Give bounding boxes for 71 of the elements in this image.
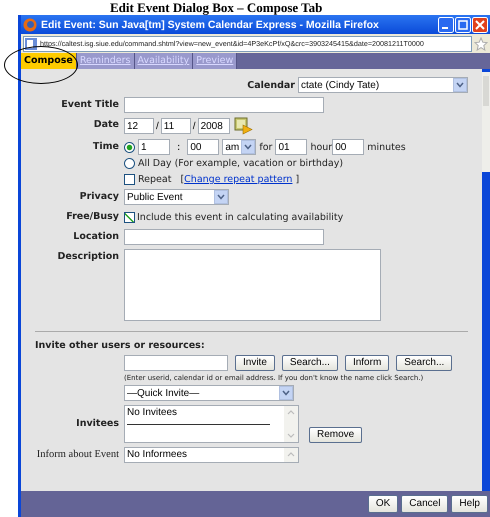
field-label: Date [94,118,119,132]
location-field[interactable] [124,229,324,245]
option-label: All Day (For example, vacation or birthday) [138,158,344,169]
button[interactable]: Search... [396,355,452,371]
field-label: Location [73,230,119,244]
am-pm-dropdown[interactable]: am [222,139,256,155]
duration-hours-field[interactable]: 01 [275,139,308,155]
scrollbar[interactable] [284,448,298,462]
checkbox-label: Repeat [138,174,172,185]
button[interactable]: Cancel [401,495,448,513]
button[interactable]: Invite [235,355,275,371]
duration-minutes-field[interactable]: 00 [332,139,364,155]
radio-button[interactable] [124,158,135,169]
page-heading: Edit Event Dialog Box – Compose Tab [109,0,324,15]
remove-button[interactable]: Remove [309,427,362,443]
field-label: Inform about Event [36,448,119,462]
invitees-list[interactable]: No Invitees [124,405,299,443]
event-title-field[interactable] [124,97,324,113]
bracket-text: ] [295,174,300,185]
list-item[interactable]: No Invitees [127,407,282,419]
invite-field[interactable] [124,355,228,371]
field-label: Event Title [61,98,119,112]
field-label: Free/Busy [66,210,119,224]
page-icon [24,36,38,50]
checkbox[interactable] [124,174,135,185]
button[interactable]: OK [368,495,398,513]
caret-icon[interactable] [214,190,228,204]
field-label: Time [92,140,119,154]
quick-invite-dropdown[interactable]: —Quick Invite— [124,385,294,401]
informees-list[interactable]: No Informees [124,447,299,463]
star-icon[interactable] [474,36,488,50]
maximize-icon[interactable] [455,16,471,32]
list-item[interactable]: No Informees [127,449,282,461]
date-field[interactable]: 2008 [198,118,230,134]
hour-field[interactable]: 1 [138,139,170,155]
globe-logo-icon [23,18,37,32]
bracket-text: [ [180,174,184,185]
calendar-picker-icon[interactable] [234,117,254,135]
field-label: Calendar [247,80,295,90]
date-field[interactable]: 12 [124,118,154,134]
caret-icon[interactable] [241,140,256,154]
calendar-dropdown[interactable]: ctate (Cindy Tate) [298,77,468,93]
section-heading: Invite other users or resources: [35,340,206,351]
field-label: Invitees [76,417,119,431]
field-label: for [259,142,272,152]
separator-text: / [192,120,196,132]
separator-text: : [176,142,182,152]
date-field[interactable]: 11 [160,118,191,134]
description-field[interactable] [124,249,381,321]
caret-icon[interactable] [279,386,293,400]
field-label: Privacy [80,190,119,204]
tab[interactable]: Compose [21,53,77,69]
button[interactable]: Search... [282,355,338,371]
minute-field[interactable]: 00 [187,139,220,155]
field-label: minutes [367,142,406,152]
scrollbar[interactable] [284,406,298,442]
privacy-dropdown[interactable]: Public Event [124,189,229,205]
button[interactable]: Help [451,495,488,513]
button[interactable]: Inform [344,355,390,371]
field-label: hour [310,142,332,152]
scrollbar[interactable] [482,72,490,172]
minimize-icon[interactable] [438,16,454,32]
field-label: Description [58,250,119,264]
change-repeat-link[interactable]: Change repeat pattern [184,174,292,185]
separator-text: / [156,120,159,132]
radio-button[interactable] [124,142,135,152]
checkbox-label: Include this event in calculating availability [137,212,344,222]
checkbox[interactable] [124,212,135,222]
caret-icon[interactable] [453,78,467,92]
window-title: Edit Event: Sun Java[tm] System Calendar Express - Mozilla Firefox [41,18,380,30]
close-icon[interactable] [472,16,488,32]
